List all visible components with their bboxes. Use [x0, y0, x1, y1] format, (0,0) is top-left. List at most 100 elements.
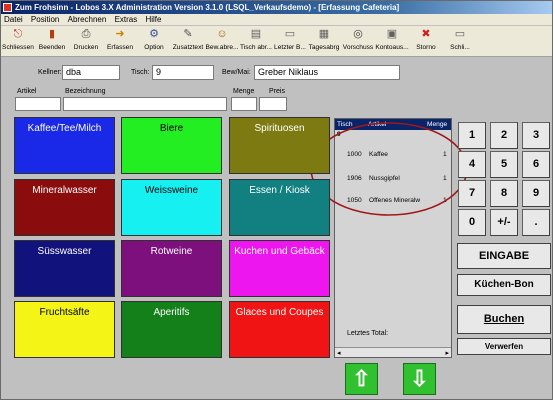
toolbar-label: Vorschuss	[342, 44, 374, 51]
horizontal-scrollbar[interactable]: ◂ ▸	[335, 347, 451, 357]
artikel-label: Artikel	[17, 88, 37, 95]
toolbar-label: Letzter B...	[274, 44, 306, 51]
kellner-field[interactable]: dba	[62, 65, 120, 80]
options-icon: ⚙	[149, 28, 159, 40]
category-button[interactable]: Kaffee/Tee/Milch	[14, 117, 115, 174]
toolbar-label: Option	[144, 44, 164, 51]
toolbar-button-tagesabrg[interactable]: ▦ Tagesabrg	[307, 26, 341, 57]
toolbar-button-beenden[interactable]: ▮ Beenden	[35, 26, 69, 57]
binoculars-icon: ◎	[353, 28, 363, 40]
tisch-field[interactable]: 9	[152, 65, 214, 80]
annotation-circle	[310, 122, 468, 216]
category-button[interactable]: Aperitifs	[121, 301, 222, 358]
guest-icon: ☺	[216, 28, 228, 40]
toolbar: ⎋ Schliessen ▮ Beenden ⎙ Drucken ➜ Erfassen ⚙ Opt…	[1, 26, 552, 57]
category-button[interactable]: Glaces und Coupes	[229, 301, 330, 358]
keypad-key[interactable]: 7	[458, 180, 486, 207]
kuechen-bon-button[interactable]: Küchen-Bon	[457, 274, 551, 296]
toolbar-button-vorschuss[interactable]: ◎ Vorschuss	[341, 26, 375, 57]
toolbar-label: Beenden	[38, 44, 66, 51]
toolbar-button-schliessen[interactable]: ⎋ Schliessen	[1, 26, 35, 57]
title-bar: Zum Frohsinn - Lobos 3.X Administration …	[1, 1, 552, 14]
menge-label: Menge	[233, 88, 255, 95]
verwerfen-button[interactable]: Verwerfen	[457, 338, 551, 355]
toolbar-button-erfassen[interactable]: ➜ Erfassen	[103, 26, 137, 57]
close-icon: ▭	[454, 28, 466, 40]
category-button[interactable]: Kuchen und Gebäck	[229, 240, 330, 297]
toolbar-label: Drucken	[73, 44, 99, 51]
category-button[interactable]: Spirituosen	[229, 117, 330, 174]
eingabe-button[interactable]: EINGABE	[457, 243, 551, 269]
keypad-key[interactable]: 6	[522, 151, 550, 178]
bezeichnung-label: Bezeichnung	[65, 88, 106, 95]
account-icon: ▣	[386, 28, 398, 40]
preis-label: Preis	[269, 88, 285, 95]
door-exit-icon: ⎋	[13, 28, 23, 40]
arrow-icon: ➜	[115, 28, 125, 40]
category-button[interactable]: Mineralwasser	[14, 179, 115, 236]
menu-extras[interactable]: Extras	[112, 14, 141, 25]
toolbar-label: Bew.abre...	[205, 44, 239, 51]
category-button[interactable]: Weissweine	[121, 179, 222, 236]
menge-field[interactable]	[231, 97, 257, 111]
down-arrow-icon[interactable]: ⇩	[403, 363, 436, 395]
category-button[interactable]: Rotweine	[121, 240, 222, 297]
keypad-key[interactable]: 5	[490, 151, 518, 178]
highlight-ellipse	[310, 122, 468, 216]
toolbar-button-bew-abre[interactable]: ☺ Bew.abre...	[205, 26, 239, 57]
keypad-key[interactable]: 1	[458, 122, 486, 149]
toolbar-label: Tagesabrg	[308, 44, 340, 51]
toolbar-button-option[interactable]: ⚙ Option	[137, 26, 171, 57]
window-title: Zum Frohsinn - Lobos 3.X Administration …	[15, 3, 400, 12]
category-button[interactable]: Süsswasser	[14, 240, 115, 297]
keypad-key[interactable]: .	[522, 209, 550, 236]
keypad-key[interactable]: 9	[522, 180, 550, 207]
keypad-key[interactable]: 8	[490, 180, 518, 207]
menu-hilfe[interactable]: Hilfe	[142, 14, 164, 25]
note-icon: ✎	[183, 28, 193, 40]
kellner-label: Kellner:	[38, 69, 62, 76]
menu-bar: Datei Position Abrechnen Extras Hilfe	[1, 14, 552, 25]
tisch-label: Tisch:	[131, 69, 150, 76]
printer-icon: ⎙	[81, 28, 91, 40]
keypad-key[interactable]: 4	[458, 151, 486, 178]
category-button[interactable]: Essen / Kiosk	[229, 179, 330, 236]
receipt-icon: ▭	[284, 28, 296, 40]
buchen-button[interactable]: Buchen	[457, 305, 551, 334]
toolbar-button-letzter-b[interactable]: ▭ Letzter B...	[273, 26, 307, 57]
last-total-label: Letztes Total:	[347, 330, 389, 337]
toolbar-label: Tisch abr...	[239, 44, 272, 51]
keypad-key[interactable]: 3	[522, 122, 550, 149]
toolbar-label: Schliessen	[2, 44, 34, 51]
toolbar-label: Erfassen	[106, 44, 134, 51]
preis-field[interactable]	[259, 97, 287, 111]
table-icon: ▤	[250, 28, 262, 40]
menu-datei[interactable]: Datei	[1, 14, 26, 25]
bezeichnung-field[interactable]	[63, 97, 227, 111]
artikel-field[interactable]	[15, 97, 61, 111]
category-button[interactable]: Fruchtsäfte	[14, 301, 115, 358]
toolbar-label: Schli...	[450, 44, 470, 51]
toolbar-button-zusatztext[interactable]: ✎ Zusatztext	[171, 26, 205, 57]
toolbar-button-schli[interactable]: ▭ Schli...	[443, 26, 477, 57]
bew-field[interactable]: Greber Niklaus	[254, 65, 400, 80]
up-arrow-icon[interactable]: ⇧	[345, 363, 378, 395]
app-icon	[3, 3, 12, 12]
menu-abrechnen[interactable]: Abrechnen	[65, 14, 110, 25]
scroll-right-icon[interactable]: ▸	[445, 349, 449, 357]
toolbar-button-kontoaus[interactable]: ▣ Kontoaus...	[375, 26, 409, 57]
scroll-left-icon[interactable]: ◂	[337, 349, 341, 357]
category-button[interactable]: Biere	[121, 117, 222, 174]
calendar-icon: ▦	[318, 28, 330, 40]
toolbar-button-storno[interactable]: ✖ Storno	[409, 26, 443, 57]
stop-icon: ▮	[48, 28, 56, 40]
toolbar-button-tisch-abr[interactable]: ▤ Tisch abr...	[239, 26, 273, 57]
cancel-icon: ✖	[421, 28, 431, 40]
toolbar-label: Zusatztext	[172, 44, 204, 51]
bew-label: Bew/Mai:	[222, 69, 251, 76]
toolbar-button-drucken[interactable]: ⎙ Drucken	[69, 26, 103, 57]
keypad-key[interactable]: +/-	[490, 209, 518, 236]
menu-position[interactable]: Position	[28, 14, 62, 25]
keypad-key[interactable]: 0	[458, 209, 486, 236]
keypad-key[interactable]: 2	[490, 122, 518, 149]
